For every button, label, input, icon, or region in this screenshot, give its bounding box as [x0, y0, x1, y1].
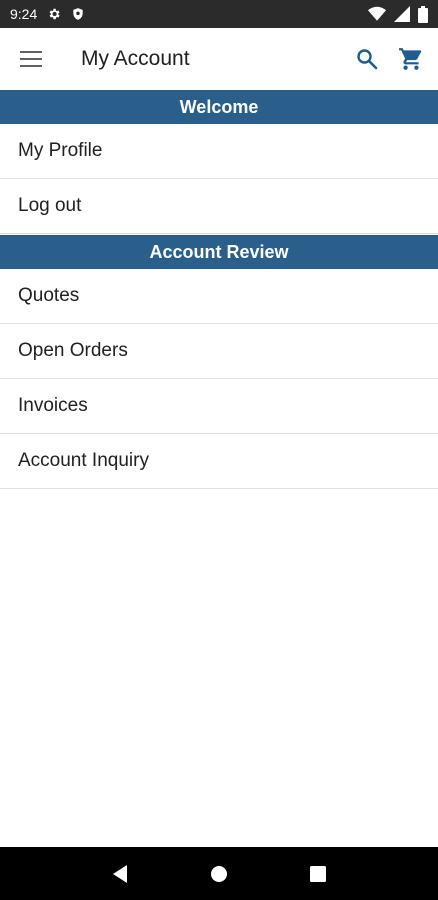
list-item-quotes[interactable]: Quotes [0, 269, 438, 324]
recents-square-icon[interactable] [298, 854, 338, 894]
list-item-account-inquiry[interactable]: Account Inquiry [0, 434, 438, 489]
app-bar: My Account [0, 28, 438, 90]
shield-icon [71, 7, 85, 21]
home-circle-icon[interactable] [199, 854, 239, 894]
status-time: 9:24 [10, 6, 38, 22]
system-navigation-bar [0, 847, 438, 900]
list-item-invoices[interactable]: Invoices [0, 379, 438, 434]
battery-icon [418, 5, 428, 23]
page-title: My Account [81, 47, 190, 70]
signal-icon [394, 6, 410, 22]
hamburger-menu-icon[interactable] [12, 39, 52, 79]
back-triangle-icon[interactable] [100, 854, 140, 894]
shopping-cart-icon[interactable] [392, 40, 430, 78]
section-header-account-review: Account Review [0, 235, 438, 269]
section-header-welcome: Welcome [0, 90, 438, 124]
search-icon[interactable] [348, 40, 386, 78]
gear-icon [47, 7, 61, 21]
wifi-icon [368, 6, 386, 22]
status-bar: 9:24 [0, 0, 438, 28]
list-item-my-profile[interactable]: My Profile [0, 124, 438, 179]
list-item-open-orders[interactable]: Open Orders [0, 324, 438, 379]
list-item-log-out[interactable]: Log out [0, 179, 438, 234]
